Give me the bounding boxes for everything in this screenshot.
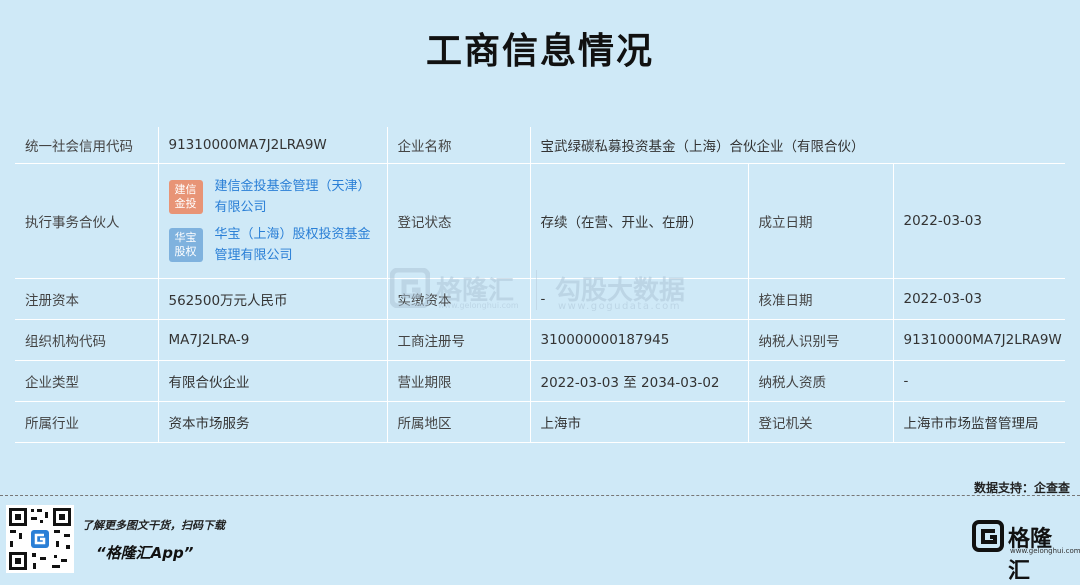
status-label: 登记状态 — [386, 163, 530, 279]
paid-capital-value: - — [529, 278, 748, 320]
business-info-table: 统一社会信用代码 91310000MA7J2LRA9W 企业名称 宝武绿碳私募投… — [15, 127, 1066, 443]
partner-item[interactable]: 建信 金投 建信金投基金管理（天津）有限公司 — [168, 176, 377, 218]
partner-item[interactable]: 华宝 股权 华宝（上海）股权投资基金管理有限公司 — [168, 224, 377, 266]
company-type-label: 企业类型 — [15, 360, 158, 402]
business-term-label: 营业期限 — [386, 360, 530, 402]
org-code-label: 组织机构代码 — [15, 319, 158, 361]
partner-logo-badge: 建信 金投 — [168, 180, 203, 214]
table-row: 组织机构代码 MA7J2LRA-9 工商注册号 310000000187945 … — [15, 319, 1066, 361]
company-name-value: 宝武绿碳私募投资基金（上海）合伙企业（有限合伙） — [529, 127, 1066, 164]
approval-date-label: 核准日期 — [747, 278, 893, 320]
table-row: 注册资本 562500万元人民币 实缴资本 - 核准日期 2022-03-03 — [15, 278, 1066, 320]
approval-date-value: 2022-03-03 — [892, 278, 1066, 320]
gelonghui-logo-icon — [972, 520, 1004, 552]
company-name-label: 企业名称 — [386, 127, 530, 164]
brand-url: www.gelonghui.com — [1010, 547, 1080, 555]
taxpayer-value: - — [892, 360, 1066, 402]
qr-code-icon[interactable] — [6, 505, 74, 573]
promo-app-name: “格隆汇App” — [96, 544, 194, 562]
founded-label: 成立日期 — [747, 163, 893, 279]
table-row: 统一社会信用代码 91310000MA7J2LRA9W 企业名称 宝武绿碳私募投… — [15, 127, 1066, 164]
reg-number-label: 工商注册号 — [386, 319, 530, 361]
data-source: 数据支持：企查查 — [973, 481, 1070, 495]
industry-label: 所属行业 — [15, 401, 158, 443]
tax-id-label: 纳税人识别号 — [747, 319, 893, 361]
table-row: 执行事务合伙人 建信 金投 建信金投基金管理（天津）有限公司 华宝 股权 华宝（上海… — [15, 163, 1066, 279]
footer-divider — [0, 495, 1080, 496]
partner-label: 执行事务合伙人 — [15, 163, 158, 279]
brand-logo: 格隆汇 www.gelonghui.com — [972, 520, 1080, 584]
capital-value: 562500万元人民币 — [157, 278, 387, 320]
partner-logo-badge: 华宝 股权 — [168, 228, 203, 262]
region-label: 所属地区 — [386, 401, 530, 443]
region-value: 上海市 — [529, 401, 748, 443]
company-type-value: 有限合伙企业 — [157, 360, 387, 402]
status-value: 存续（在营、开业、在册） — [529, 163, 748, 279]
taxpayer-label: 纳税人资质 — [747, 360, 893, 402]
partner-link[interactable]: 华宝（上海）股权投资基金管理有限公司 — [215, 224, 377, 266]
page-title: 工商信息情况 — [425, 31, 654, 72]
table-row: 企业类型 有限合伙企业 营业期限 2022-03-03 至 2034-03-02… — [15, 360, 1066, 402]
founded-value: 2022-03-03 — [892, 163, 1066, 279]
paid-capital-label: 实缴资本 — [386, 278, 530, 320]
authority-value: 上海市市场监督管理局 — [892, 401, 1066, 443]
table-row: 所属行业 资本市场服务 所属地区 上海市 登记机关 上海市市场监督管理局 — [15, 401, 1066, 443]
partner-link[interactable]: 建信金投基金管理（天津）有限公司 — [215, 176, 377, 218]
tax-id-value: 91310000MA7J2LRA9W — [892, 319, 1066, 361]
reg-number-value: 310000000187945 — [529, 319, 748, 361]
org-code-value: MA7J2LRA-9 — [157, 319, 387, 361]
partner-list: 建信 金投 建信金投基金管理（天津）有限公司 华宝 股权 华宝（上海）股权投资基金管… — [157, 163, 387, 279]
capital-label: 注册资本 — [15, 278, 158, 320]
credit-code-label: 统一社会信用代码 — [15, 127, 158, 164]
authority-label: 登记机关 — [747, 401, 893, 443]
industry-value: 资本市场服务 — [157, 401, 387, 443]
business-term-value: 2022-03-03 至 2034-03-02 — [529, 360, 748, 402]
promo-text: 了解更多图文干货，扫码下载 — [82, 519, 225, 532]
credit-code-value: 91310000MA7J2LRA9W — [157, 127, 387, 164]
